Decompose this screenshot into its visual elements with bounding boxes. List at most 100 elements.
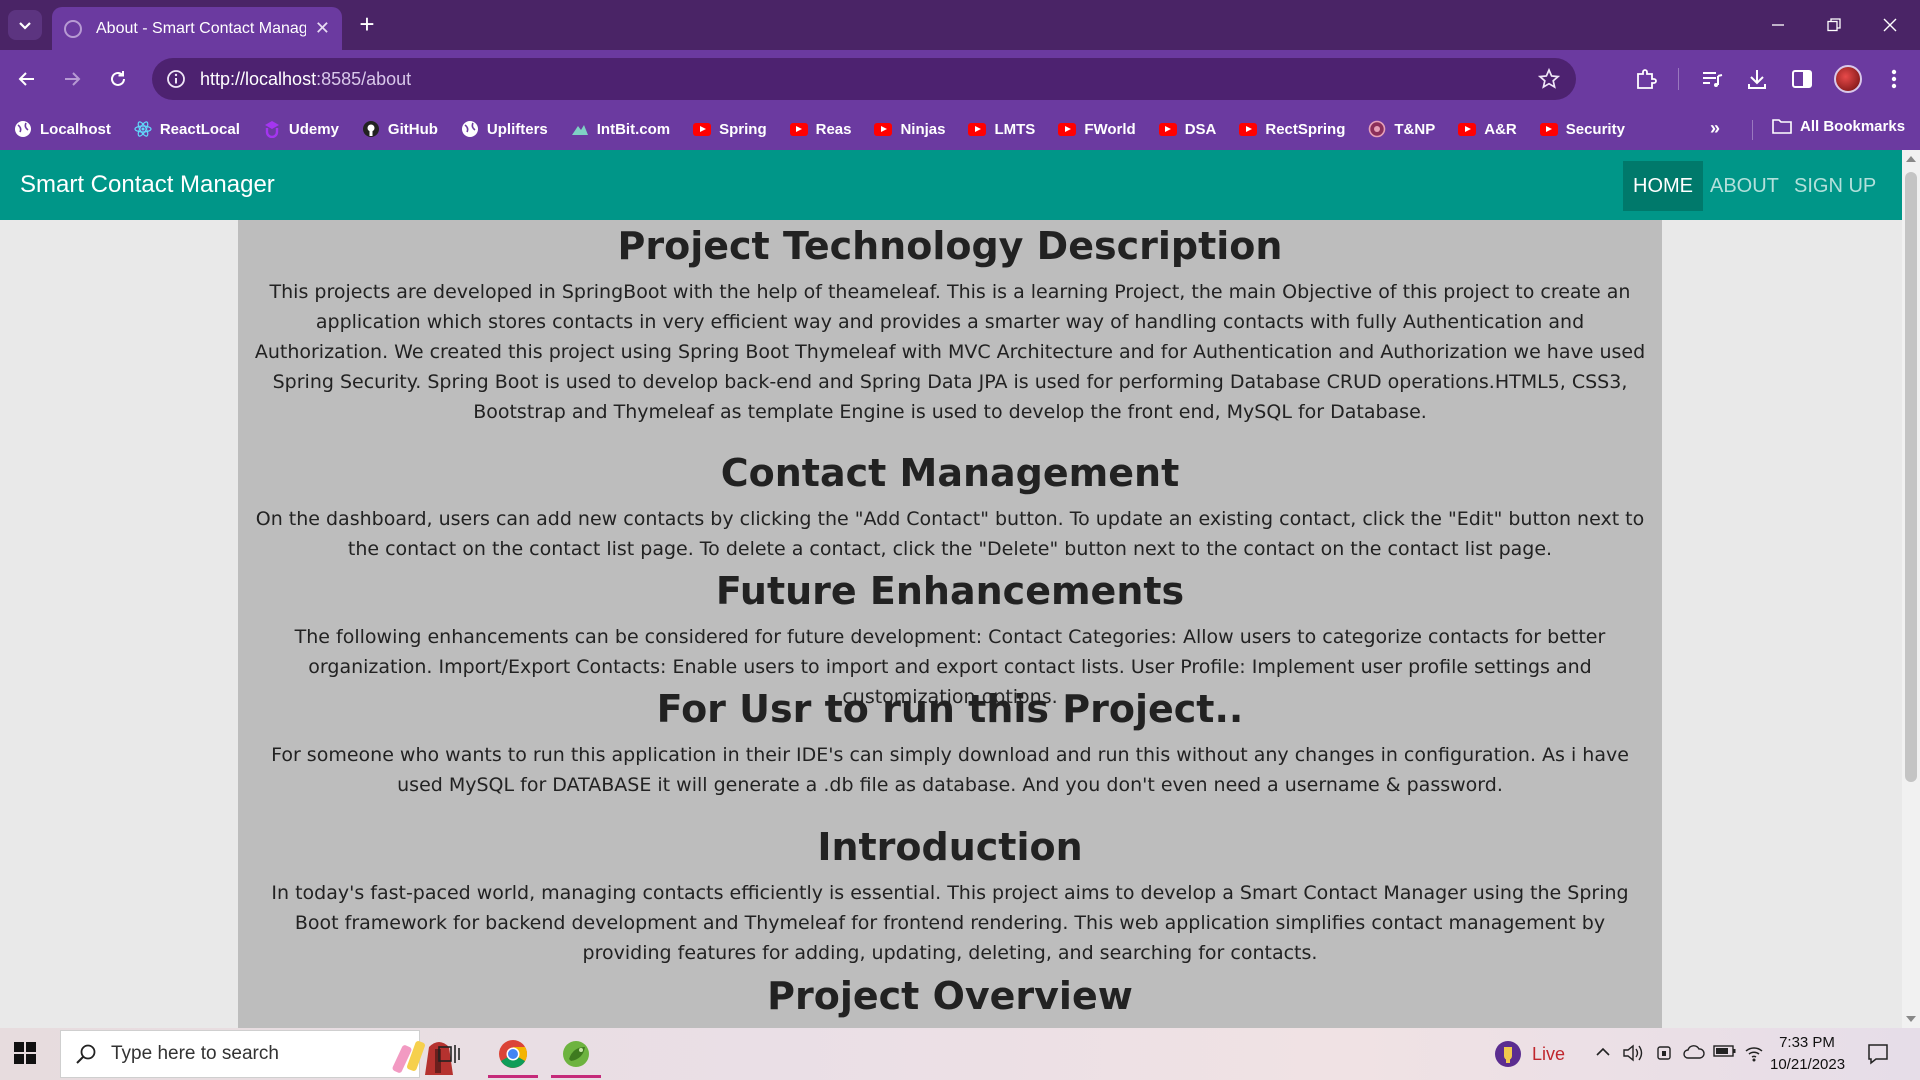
browser-tab-bar: About - Smart Contact Manag ✕ + — [0, 0, 1920, 50]
meet-now-icon[interactable] — [1655, 1043, 1675, 1063]
taskbar-search-box[interactable]: Type here to search — [60, 1030, 453, 1078]
bookmark-tnp[interactable]: T&NP — [1368, 120, 1435, 138]
browser-tab-active[interactable]: About - Smart Contact Manag ✕ — [52, 7, 342, 50]
bookmark-label: IntBit.com — [596, 120, 671, 138]
section-body: In today's fast-paced world, managing co… — [271, 882, 1629, 964]
battery-icon[interactable] — [1713, 1043, 1737, 1059]
bookmark-label: Localhost — [40, 120, 111, 138]
bookmarks-overflow-button[interactable]: » — [1710, 118, 1720, 139]
chevron-up-icon[interactable] — [1594, 1043, 1612, 1061]
minimize-button[interactable] — [1750, 8, 1806, 42]
bookmark-udemy[interactable]: Udemy — [263, 120, 339, 138]
start-button[interactable] — [14, 1042, 36, 1064]
bookmark-label: LMTS — [994, 120, 1036, 138]
tab-search-button[interactable] — [8, 10, 42, 40]
volume-icon[interactable] — [1622, 1043, 1644, 1063]
youtube-icon — [1239, 120, 1258, 138]
bookmark-uplifters[interactable]: Uplifters — [461, 120, 548, 138]
folder-icon — [1772, 119, 1792, 134]
bookmark-lmts[interactable]: LMTS — [968, 120, 1035, 138]
bookmark-rectspring[interactable]: RectSpring — [1239, 120, 1345, 138]
bookmark-label: DSA — [1184, 120, 1217, 138]
reload-button[interactable] — [103, 64, 133, 94]
nav-about[interactable]: ABOUT — [1700, 161, 1789, 211]
bookmark-security[interactable]: Security — [1539, 120, 1625, 138]
clock-date: 10/21/2023 — [1770, 1056, 1846, 1073]
mountain-icon — [571, 120, 589, 138]
all-bookmarks-label: All Bookmarks — [1800, 117, 1906, 135]
url-text[interactable]: http://localhost:8585/about — [200, 69, 411, 90]
bookmark-label: Ninjas — [900, 120, 946, 138]
nav-signup[interactable]: SIGN UP — [1784, 161, 1886, 211]
bookmark-label: ReactLocal — [159, 120, 240, 138]
close-icon — [1883, 18, 1897, 32]
bookmark-spring[interactable]: Spring — [693, 120, 767, 138]
bookmark-star-icon[interactable] — [1538, 68, 1560, 90]
bookmark-label: GitHub — [387, 120, 438, 138]
youtube-icon — [1539, 120, 1558, 138]
bookmark-label: A&R — [1484, 120, 1517, 138]
youtube-icon — [874, 120, 893, 138]
tab-title: About - Smart Contact Manag — [96, 19, 306, 37]
section-body: On the dashboard, users can add new cont… — [255, 508, 1645, 560]
bookmark-label: Security — [1565, 120, 1625, 138]
site-info-icon[interactable] — [166, 69, 186, 89]
bookmark-a-and-r[interactable]: A&R — [1458, 120, 1517, 138]
site-brand[interactable]: Smart Contact Manager — [20, 171, 275, 199]
youtube-icon — [1158, 120, 1177, 138]
nav-home[interactable]: HOME — [1623, 161, 1703, 211]
browser-menu-button[interactable] — [1880, 65, 1908, 93]
chrome-icon — [499, 1040, 527, 1068]
live-widget[interactable]: Live — [1494, 1040, 1565, 1068]
scroll-down-arrow-icon[interactable] — [1906, 1016, 1916, 1022]
search-placeholder: Type here to search — [111, 1043, 279, 1064]
back-button[interactable] — [12, 64, 42, 94]
site-navbar: Smart Contact Manager HOME ABOUT SIGN UP — [0, 150, 1902, 220]
toolbar-divider — [1678, 68, 1679, 90]
bookmarks-divider — [1752, 120, 1753, 140]
section-heading: Introduction — [817, 825, 1083, 869]
bookmark-ninjas[interactable]: Ninjas — [874, 120, 945, 138]
bookmark-intbit[interactable]: IntBit.com — [571, 120, 670, 138]
downloads-button[interactable] — [1743, 65, 1771, 93]
taskbar-clock[interactable]: 7:33 PM 10/21/2023 — [1770, 1032, 1846, 1076]
onedrive-cloud-icon[interactable] — [1683, 1043, 1705, 1061]
taskbar-spring-tool-suite[interactable] — [547, 1030, 605, 1078]
side-panel-button[interactable] — [1788, 65, 1816, 93]
bookmark-dsa[interactable]: DSA — [1158, 120, 1217, 138]
address-bar[interactable]: http://localhost:8585/about — [152, 58, 1576, 100]
bookmark-label: Reas — [815, 120, 852, 138]
new-tab-button[interactable]: + — [352, 10, 382, 40]
taskbar-chrome[interactable] — [484, 1030, 542, 1078]
clock-time: 7:33 PM — [1779, 1034, 1835, 1051]
task-view-button[interactable] — [420, 1030, 478, 1078]
youtube-icon — [1458, 120, 1477, 138]
media-controls-button[interactable] — [1698, 65, 1726, 93]
bookmark-github[interactable]: GitHub — [362, 120, 438, 138]
section-heading: Project Overview — [767, 974, 1133, 1018]
wifi-icon[interactable] — [1744, 1043, 1764, 1063]
download-icon — [1748, 70, 1766, 89]
section-body: For someone who wants to run this applic… — [271, 744, 1629, 796]
forward-button[interactable] — [57, 64, 87, 94]
bookmark-reactlocal[interactable]: ReactLocal — [134, 120, 240, 138]
about-content: Project Technology Description This proj… — [238, 220, 1662, 1028]
restore-button[interactable] — [1806, 8, 1862, 42]
all-bookmarks-button[interactable]: All Bookmarks — [1772, 117, 1905, 135]
notification-center-icon[interactable] — [1866, 1042, 1890, 1066]
bookmark-fworld[interactable]: FWorld — [1058, 120, 1136, 138]
close-window-button[interactable] — [1862, 8, 1918, 42]
bookmark-reas[interactable]: Reas — [789, 120, 852, 138]
extensions-button[interactable] — [1632, 65, 1660, 93]
page-scrollbar[interactable] — [1902, 150, 1920, 1028]
side-panel-icon — [1792, 70, 1812, 88]
url-host: http://localhost — [200, 68, 317, 89]
profile-avatar[interactable] — [1834, 65, 1862, 93]
youtube-icon — [1058, 120, 1077, 138]
scrollbar-thumb[interactable] — [1905, 172, 1917, 782]
scroll-up-arrow-icon[interactable] — [1906, 156, 1916, 162]
bookmark-label: Udemy — [288, 120, 339, 138]
tab-close-icon[interactable]: ✕ — [315, 18, 330, 39]
task-view-icon — [438, 1045, 460, 1063]
bookmark-localhost[interactable]: Localhost — [14, 120, 111, 138]
